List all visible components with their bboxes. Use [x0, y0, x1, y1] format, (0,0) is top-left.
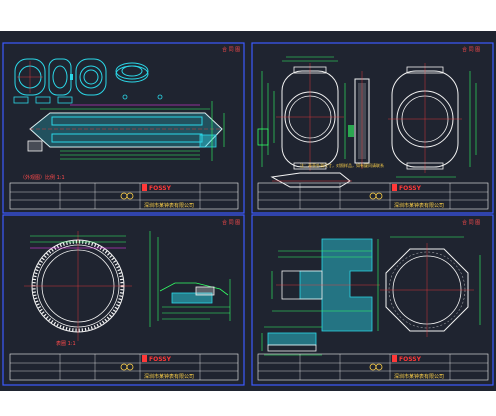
watch-case-side-view — [48, 58, 73, 96]
cad-drawing-svg: 合 同 图 （外观图）比例 1:1 FOSSY 深圳市某钟表有限公司 合 同 图… — [2, 42, 494, 386]
brand-logo: FOSSY — [399, 185, 422, 192]
sheet-bottom-left: 合 同 图 表圈 1:1 FOSSY 深圳市某钟表有限公司 — [2, 214, 245, 386]
sheet-stamp: 合 同 图 — [222, 46, 240, 53]
title-block: FOSSY 深圳市某钟表有限公司 — [9, 182, 239, 210]
watch-case-back-view — [75, 58, 107, 96]
watch-case-iso-view — [115, 62, 149, 83]
sheet-top-left: 合 同 图 （外观图）比例 1:1 FOSSY 深圳市某钟表有限公司 — [2, 42, 245, 214]
watch-case-front-view — [14, 58, 46, 96]
sheet-border — [251, 42, 494, 214]
case-back-view — [388, 63, 477, 173]
sheet-stamp: 合 同 图 — [222, 219, 240, 226]
cad-drawing-area: 合 同 图 （外观图）比例 1:1 FOSSY 深圳市某钟表有限公司 合 同 图… — [0, 31, 496, 391]
brand-logo: FOSSY — [399, 356, 422, 363]
bezel-ring-view — [24, 231, 132, 341]
sheet-caption: 表圈 1:1 — [56, 340, 76, 347]
brand-logo: FOSSY — [149, 185, 172, 192]
sheet-stamp: 合 同 图 — [462, 219, 480, 226]
company-name: 深圳市某钟表有限公司 — [394, 202, 444, 209]
sheet-bottom-right: 合 同 图 FOSSY 深圳市某钟表有限公司 — [251, 214, 494, 386]
company-name: 深圳市某钟表有限公司 — [144, 373, 194, 380]
company-name: 深圳市某钟表有限公司 — [144, 202, 194, 209]
case-side-view — [344, 71, 370, 169]
case-front-view — [257, 56, 344, 171]
case-section-view — [27, 101, 225, 161]
title-block: FOSSY 深圳市某钟表有限公司 — [9, 353, 239, 381]
detail-parts-row — [13, 94, 163, 104]
brand-logo: FOSSY — [149, 356, 172, 363]
bezel-section-detail — [149, 231, 231, 327]
case-back-section — [271, 238, 380, 332]
sheet-stamp: 合 同 图 — [462, 46, 480, 53]
crown-tube-detail — [261, 326, 322, 356]
sheet-border — [251, 214, 494, 386]
case-bottom-section — [270, 172, 456, 188]
sheet-top-right: 合 同 图 注：表壳外观尺寸，对照样品，如有疑问请联系 FOSSY 深圳市某钟表… — [251, 42, 494, 214]
title-block: FOSSY 深圳市某钟表有限公司 — [257, 353, 489, 381]
sheet-note: 注：表壳外观尺寸，对照样品，如有疑问请联系 — [300, 162, 384, 168]
caseback-octagon-view — [380, 236, 481, 337]
sheet-caption: （外观图）比例 1:1 — [20, 174, 65, 181]
company-name: 深圳市某钟表有限公司 — [394, 373, 444, 380]
cad-sheets-canvas: 合 同 图 （外观图）比例 1:1 FOSSY 深圳市某钟表有限公司 合 同 图… — [0, 0, 496, 416]
